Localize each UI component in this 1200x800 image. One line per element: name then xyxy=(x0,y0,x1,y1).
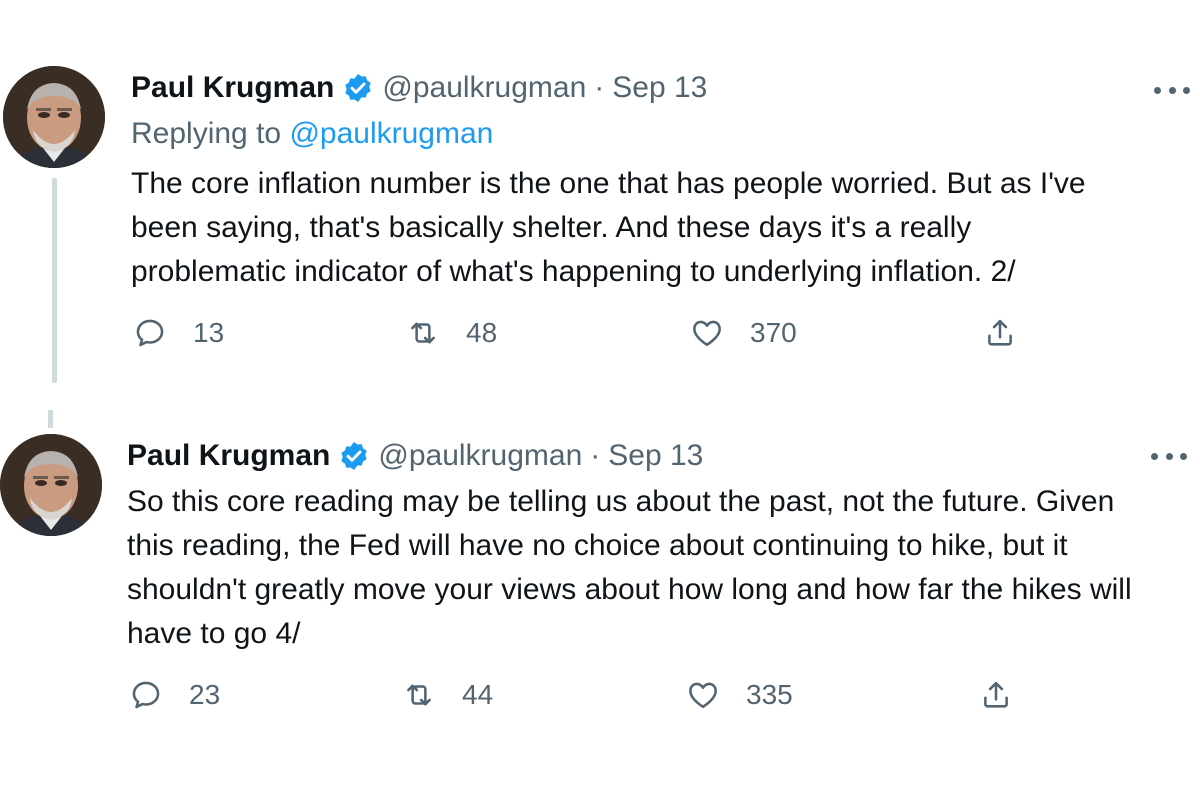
replying-to: Replying to @paulkrugman xyxy=(131,116,493,152)
author-name[interactable]: Paul Krugman xyxy=(127,438,330,474)
tweet-text-line: shouldn't greatly move your views about … xyxy=(127,573,1132,606)
timestamp[interactable]: Sep 13 xyxy=(612,70,707,106)
like-button[interactable]: 370 xyxy=(690,313,797,353)
share-button[interactable] xyxy=(979,675,1013,715)
retweet-icon xyxy=(411,322,435,344)
tweet-actions: 23 44 335 xyxy=(0,675,1200,715)
verified-badge-icon xyxy=(338,440,370,472)
more-options-icon[interactable] xyxy=(1154,83,1190,97)
verified-badge-icon xyxy=(342,72,374,104)
replying-prefix: Replying to xyxy=(131,117,282,150)
reply-icon xyxy=(132,681,160,709)
tweet-text-line: The core inflation number is the one tha… xyxy=(131,167,1086,200)
reply-button[interactable]: 13 xyxy=(133,313,224,353)
reply-count: 23 xyxy=(189,679,221,710)
tweet-text-line: have to go 4/ xyxy=(127,617,301,650)
avatar[interactable] xyxy=(3,66,105,168)
tweet-text-line: been saying, that's basically shelter. A… xyxy=(131,211,972,244)
author-handle[interactable]: @paulkrugman xyxy=(382,70,586,106)
retweet-button[interactable]: 48 xyxy=(406,313,497,353)
like-count: 335 xyxy=(746,679,793,710)
heart-icon xyxy=(689,682,717,709)
retweet-icon xyxy=(407,684,431,706)
thread-connector-stub xyxy=(48,410,53,428)
tweet-actions: 13 48 370 xyxy=(0,313,1200,353)
like-count: 370 xyxy=(750,317,797,348)
share-icon xyxy=(988,319,1012,346)
retweet-count: 44 xyxy=(462,679,494,710)
heart-icon xyxy=(693,320,721,347)
separator-dot: · xyxy=(590,439,601,472)
like-button[interactable]: 335 xyxy=(686,675,793,715)
share-button[interactable] xyxy=(983,313,1017,353)
tweet-header: Paul Krugman @paulkrugman · Sep 13 xyxy=(127,438,703,474)
avatar-image xyxy=(0,434,102,536)
replying-mention-link[interactable]: @paulkrugman xyxy=(289,117,493,150)
author-name[interactable]: Paul Krugman xyxy=(131,70,334,106)
reply-count: 13 xyxy=(193,317,225,348)
reply-icon xyxy=(136,319,164,347)
avatar[interactable] xyxy=(0,434,102,536)
tweet-text-line: So this core reading may be telling us a… xyxy=(127,485,1115,518)
tweet-text: So this core reading may be telling us a… xyxy=(127,480,1187,656)
retweet-button[interactable]: 44 xyxy=(402,675,493,715)
reply-button[interactable]: 23 xyxy=(129,675,220,715)
more-options-icon[interactable] xyxy=(1151,449,1187,463)
retweet-count: 48 xyxy=(466,317,498,348)
timestamp[interactable]: Sep 13 xyxy=(608,438,703,474)
tweet-text-line: problematic indicator of what's happenin… xyxy=(131,255,1016,288)
tweet-header: Paul Krugman @paulkrugman · Sep 13 xyxy=(131,70,707,106)
avatar-image xyxy=(3,66,105,168)
separator-dot: · xyxy=(594,71,605,104)
share-icon xyxy=(984,681,1008,708)
tweet-text: The core inflation number is the one tha… xyxy=(131,162,1191,294)
tweet-text-line: this reading, the Fed will have no choic… xyxy=(127,529,1068,562)
author-handle[interactable]: @paulkrugman xyxy=(378,438,582,474)
